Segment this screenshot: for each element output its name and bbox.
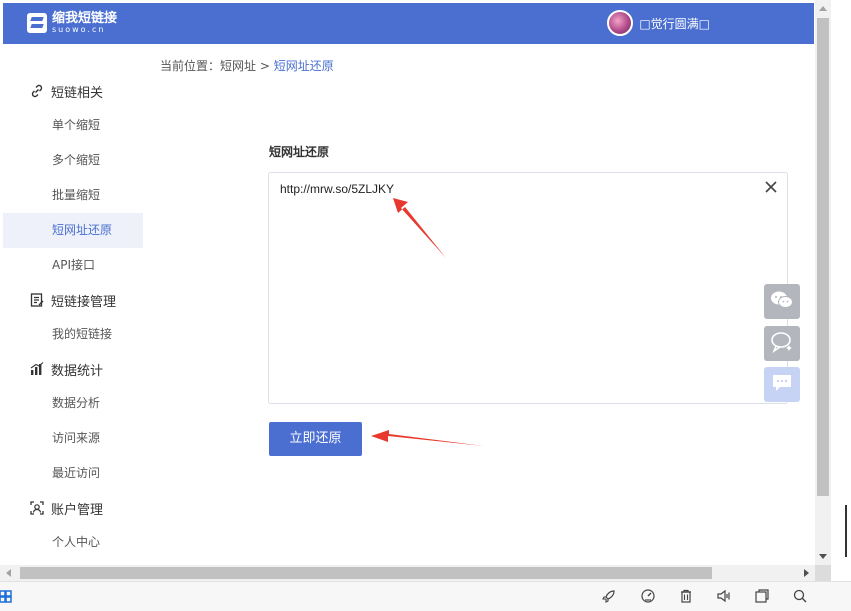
feedback-icon	[770, 331, 794, 357]
sidebar-item-single-shorten[interactable]: 单个缩短	[3, 108, 143, 143]
vertical-scroll-thumb[interactable]	[817, 18, 829, 496]
logo-text-cn: 缩我短链接	[52, 11, 118, 26]
sidebar-group-stats[interactable]: 数据统计	[3, 352, 143, 386]
clear-icon[interactable]	[764, 180, 778, 194]
sidebar-item-api[interactable]: API接口	[3, 248, 143, 283]
sidebar-item-multi-shorten[interactable]: 多个缩短	[3, 143, 143, 178]
logo-icon	[27, 13, 47, 33]
scroll-up-icon[interactable]	[819, 6, 827, 11]
sidebar-item-recent-visits[interactable]: 最近访问	[3, 456, 143, 491]
sidebar-item-visit-source[interactable]: 访问来源	[3, 421, 143, 456]
scrollbar-corner	[815, 565, 831, 581]
scroll-right-icon[interactable]	[804, 569, 809, 577]
horizontal-scroll-thumb[interactable]	[20, 567, 712, 579]
sidebar-item-personal-center[interactable]: 个人中心	[3, 525, 143, 560]
windows-icon[interactable]	[0, 588, 16, 604]
trash-icon[interactable]	[678, 588, 694, 604]
sidebar-group-label: 数据统计	[51, 363, 104, 379]
sidebar-group-label: 账户管理	[51, 502, 104, 518]
breadcrumb-separator: >	[256, 59, 274, 73]
scroll-left-icon[interactable]	[6, 569, 11, 577]
restore-button[interactable]: 立即还原	[269, 422, 362, 456]
sidebar-group-label: 短链接管理	[51, 294, 117, 310]
arrow-to-button	[371, 430, 484, 446]
horizontal-scrollbar[interactable]	[0, 565, 815, 581]
search-icon[interactable]	[792, 588, 808, 604]
feedback-button[interactable]	[764, 326, 800, 361]
sidebar-group-account[interactable]: 账户管理	[3, 491, 143, 525]
breadcrumb-current: 短网址还原	[273, 59, 334, 73]
user-name[interactable]: □觉行圆满□	[639, 15, 710, 32]
sidebar-group-link-manage[interactable]: 短链接管理	[3, 283, 143, 317]
short-url-input[interactable]	[280, 182, 750, 392]
bottom-toolbar	[0, 581, 851, 611]
rocket-icon[interactable]	[601, 588, 617, 604]
chat-button[interactable]	[764, 367, 800, 402]
chat-icon	[771, 373, 793, 397]
logo-text-en: suowo.cn	[52, 25, 106, 34]
section-title: 短网址还原	[269, 145, 330, 159]
top-header: 缩我短链接 suowo.cn □觉行圆满□	[3, 3, 814, 44]
bar-chart-icon	[29, 361, 45, 377]
site-logo[interactable]: 缩我短链接 suowo.cn	[27, 12, 117, 34]
link-icon	[29, 83, 45, 99]
scroll-down-icon[interactable]	[819, 554, 827, 559]
window-edge	[845, 505, 847, 557]
sidebar-item-url-restore[interactable]: 短网址还原	[3, 213, 143, 248]
wechat-icon	[770, 289, 794, 315]
wechat-button[interactable]	[764, 284, 800, 319]
breadcrumb-root[interactable]: 短网址	[220, 59, 256, 73]
volume-icon[interactable]	[716, 588, 732, 604]
sidebar-group-label: 短链相关	[51, 85, 104, 101]
sidebar-item-data-analysis[interactable]: 数据分析	[3, 386, 143, 421]
url-input-box	[268, 172, 788, 404]
edit-document-icon	[29, 292, 45, 308]
sidebar-item-batch-shorten[interactable]: 批量缩短	[3, 178, 143, 213]
account-icon	[29, 500, 45, 516]
sidebar: 短链相关 单个缩短 多个缩短 批量缩短 短网址还原 API接口 短链接管理 我的…	[3, 74, 143, 560]
sidebar-group-link[interactable]: 短链相关	[3, 74, 143, 108]
sidebar-item-my-links[interactable]: 我的短链接	[3, 317, 143, 352]
user-menu[interactable]: □觉行圆满□	[607, 10, 710, 36]
breadcrumb: 当前位置：短网址 > 短网址还原	[160, 57, 334, 74]
vertical-scrollbar[interactable]	[815, 0, 831, 565]
window-icon[interactable]	[754, 588, 770, 604]
breadcrumb-prefix: 当前位置：	[160, 59, 221, 73]
speed-icon[interactable]	[640, 588, 656, 604]
avatar[interactable]	[607, 10, 634, 36]
